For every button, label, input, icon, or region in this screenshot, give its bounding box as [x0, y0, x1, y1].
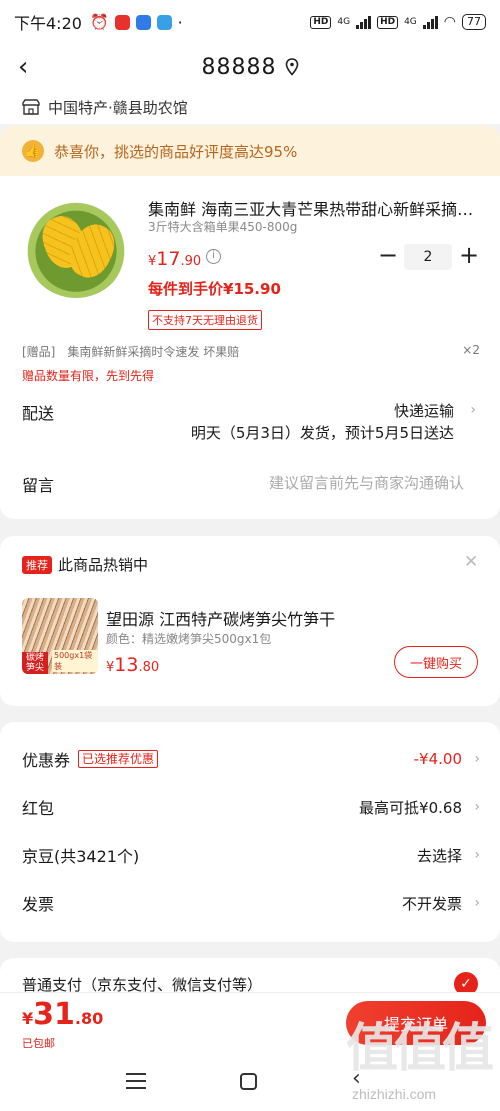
note-input[interactable]: 建议留言前先与商家沟通确认 — [269, 472, 464, 493]
price-integer: 17 — [156, 248, 181, 270]
checkout-bar: ¥31.80 已包邮 提交订单 — [0, 992, 500, 1052]
chevron-right-icon[interactable]: › — [470, 402, 476, 418]
delivery-date: 明天（5月3日）发货，预计5月5日送达 — [190, 424, 454, 442]
price-decimal: .90 — [180, 254, 202, 269]
status-right: HD 4G HD 4G ◠ 77 — [310, 14, 486, 30]
chevron-right-icon[interactable]: › — [474, 895, 480, 911]
status-app-icons: ⏰ · — [90, 13, 183, 32]
product-price: ¥17.90 — [148, 248, 201, 270]
location-pin-icon[interactable] — [285, 58, 299, 76]
system-nav-bar: ‹ — [0, 1052, 500, 1111]
delivery-method[interactable]: 快递运输 — [394, 400, 454, 421]
status-time: 下午4:20 — [14, 14, 82, 33]
network-label: 4G — [337, 17, 351, 27]
total-decimal: .80 — [74, 1009, 104, 1028]
jingdou-label: 京豆(共3421个) — [22, 847, 140, 866]
battery-icon: 77 — [462, 14, 486, 30]
app-notification-icon — [114, 14, 130, 30]
total-symbol: ¥ — [22, 1009, 34, 1028]
thumbs-up-icon: 👍 — [22, 140, 44, 162]
recommend-badge: 推荐 — [22, 556, 52, 574]
chevron-right-icon[interactable]: › — [474, 751, 480, 767]
wifi-icon: ◠ — [443, 14, 456, 30]
recommend-product-name[interactable]: 望田源 江西特产碳烤笋尖竹笋干 — [106, 606, 335, 630]
recommend-product-spec: 颜色：精选嫩烤笋尖500gx1包 — [106, 632, 272, 646]
coupon-label: 优惠券 — [22, 751, 71, 770]
notice-text: 恭喜你，挑选的商品好评度高达95% — [54, 142, 298, 161]
jingdou-row[interactable]: 京豆(共3421个) 去选择 › — [22, 840, 480, 870]
invoice-row[interactable]: 发票 不开发票 › — [22, 888, 480, 918]
total-integer: 31 — [33, 997, 75, 1032]
gift-row: [赠品] 集南鲜新鲜采摘时令速发 坏果赔 ×2 — [22, 343, 480, 360]
signal-icon — [422, 15, 438, 29]
close-icon[interactable]: ✕ — [464, 552, 478, 572]
jingdou-value: 去选择 — [416, 846, 462, 865]
order-header: ‹ 88888 — [0, 44, 500, 90]
redpacket-value: 最高可抵¥0.68 — [359, 798, 462, 817]
product-card: 集南鲜 海南三亚大青芒果热带甜心新鲜采摘… 3斤特大含箱单果450-800g ¥… — [0, 176, 500, 519]
shop-name: 中国特产·赣县助农馆 — [48, 98, 188, 117]
product-title[interactable]: 集南鲜 海南三亚大青芒果热带甜心新鲜采摘… — [148, 196, 478, 220]
gift-name: 集南鲜新鲜采摘时令速发 坏果赔 — [67, 345, 240, 359]
gift-quantity: ×2 — [462, 343, 480, 357]
coupon-tag: 已选推荐优惠 — [78, 750, 159, 768]
price-decimal: .80 — [138, 660, 160, 675]
coupon-value: -¥4.00 — [413, 750, 462, 768]
shop-icon — [22, 99, 40, 115]
hd-icon: HD — [310, 15, 332, 29]
redpacket-label: 红包 — [22, 799, 55, 818]
dot-icon: · — [177, 12, 183, 32]
rating-notice: 👍 恭喜你，挑选的商品好评度高达95% — [0, 126, 500, 176]
invoice-label: 发票 — [22, 895, 55, 914]
invoice-value: 不开发票 — [401, 894, 462, 913]
quantity-decrease-button[interactable]: − — [378, 243, 398, 268]
menu-icon[interactable] — [126, 1073, 146, 1089]
image-tag: 碳烤笋尖 — [22, 652, 48, 674]
alarm-icon: ⏰ — [89, 13, 109, 31]
benefits-card: 优惠券 已选推荐优惠 -¥4.00 › 红包 最高可抵¥0.68 › 京豆(共3… — [0, 722, 500, 942]
note-label: 留言 — [22, 476, 55, 495]
address-title[interactable]: 88888 — [202, 55, 277, 80]
quantity-increase-button[interactable]: + — [458, 243, 480, 268]
recommend-product-image[interactable]: 碳烤笋尖 500gx1袋装 — [22, 598, 98, 674]
image-tag: 500gx1袋装 — [52, 650, 98, 672]
coupon-row[interactable]: 优惠券 已选推荐优惠 -¥4.00 › — [22, 744, 480, 774]
order-total: ¥31.80 — [22, 997, 103, 1032]
delivery-label: 配送 — [22, 404, 55, 423]
back-arrow-icon[interactable]: ‹ — [18, 52, 44, 82]
back-icon[interactable]: ‹ — [352, 1066, 361, 1091]
price-integer: 13 — [114, 654, 139, 676]
recommend-price: ¥13.80 — [106, 654, 159, 676]
recommend-title: 此商品热销中 — [58, 556, 149, 574]
gift-tag: [赠品] — [22, 345, 56, 359]
shop-bar[interactable]: 中国特产·赣县助农馆 — [0, 90, 500, 124]
recommend-card: 推荐 此商品热销中 ✕ 碳烤笋尖 500gx1袋装 望田源 江西特产碳烤笋尖竹笋… — [0, 536, 500, 706]
chevron-right-icon[interactable]: › — [474, 847, 480, 863]
gift-limit-note: 赠品数量有限，先到先得 — [22, 369, 155, 383]
final-unit-price: 每件到手价¥15.90 — [148, 280, 281, 298]
quantity-value[interactable]: 2 — [404, 244, 452, 270]
app-notification-icon — [135, 14, 151, 30]
submit-order-button[interactable]: 提交订单 — [346, 1001, 486, 1045]
home-icon[interactable] — [240, 1073, 257, 1090]
signal-icon — [356, 15, 372, 29]
product-spec: 3斤特大含箱单果450-800g — [148, 220, 298, 234]
one-click-buy-button[interactable]: 一键购买 — [394, 646, 478, 678]
free-shipping-label: 已包邮 — [22, 1037, 55, 1050]
status-bar: 下午4:20 ⏰ · HD 4G HD 4G ◠ 77 — [0, 0, 500, 44]
network-label: 4G — [404, 17, 417, 27]
chevron-right-icon[interactable]: › — [474, 799, 480, 815]
hd-icon: HD — [377, 15, 399, 29]
redpacket-row[interactable]: 红包 最高可抵¥0.68 › — [22, 792, 480, 822]
info-icon[interactable]: i — [206, 249, 221, 264]
return-policy-badge: 不支持7天无理由退货 — [148, 310, 262, 330]
app-notification-icon — [156, 14, 172, 30]
product-image[interactable] — [24, 194, 128, 298]
